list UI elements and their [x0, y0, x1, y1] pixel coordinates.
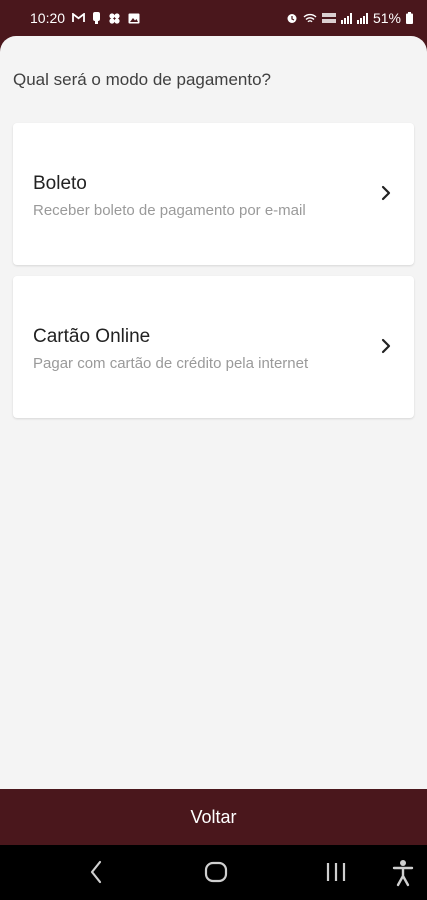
- option-title: Cartão Online: [33, 326, 151, 347]
- app-icon: [108, 12, 121, 25]
- home-icon[interactable]: [204, 859, 228, 885]
- back-button[interactable]: Voltar: [0, 789, 427, 845]
- battery-icon: [406, 12, 413, 24]
- image-icon: [128, 13, 140, 24]
- gmail-icon: [72, 13, 85, 23]
- option-cartao-online[interactable]: Cartão Online Pagar com cartão de crédit…: [13, 276, 414, 418]
- chevron-right-icon: [381, 185, 391, 201]
- chevron-right-icon: [381, 338, 391, 354]
- back-button-label: Voltar: [190, 806, 237, 827]
- option-title: Boleto: [33, 173, 87, 194]
- system-nav-bar: [0, 845, 427, 900]
- signal-icon: [340, 12, 352, 24]
- option-boleto[interactable]: Boleto Receber boleto de pagamento por e…: [13, 123, 414, 265]
- back-icon[interactable]: [88, 859, 104, 885]
- wifi-icon: [303, 13, 317, 24]
- status-bar: 10:20 51%: [0, 0, 427, 36]
- volte-icon: [321, 12, 336, 24]
- accessibility-icon[interactable]: [392, 859, 414, 887]
- status-time: 10:20: [30, 10, 66, 26]
- recents-icon[interactable]: [325, 859, 347, 885]
- option-subtitle: Pagar com cartão de crédito pela interne…: [33, 355, 309, 372]
- signal-icon: [356, 12, 368, 24]
- notification-icon: [92, 12, 101, 24]
- payment-method-sheet: Qual será o modo de pagamento? Boleto Re…: [0, 36, 427, 789]
- option-subtitle: Receber boleto de pagamento por e-mail: [33, 202, 306, 219]
- sheet-prompt: Qual será o modo de pagamento?: [13, 70, 272, 89]
- alarm-icon: [286, 12, 298, 24]
- battery-percent: 51%: [372, 10, 401, 26]
